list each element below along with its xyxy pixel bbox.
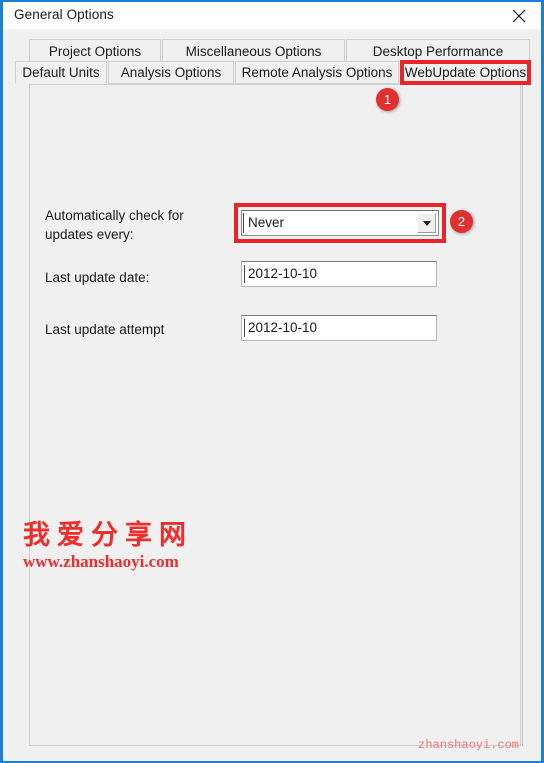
- last-update-date-label: Last update date:: [45, 270, 150, 285]
- chevron-down-icon[interactable]: [417, 213, 436, 233]
- tab-label: Analysis Options: [120, 65, 222, 80]
- auto-check-label: Automatically check for updates every:: [45, 208, 184, 242]
- tab-row-top: Project Options Miscellaneous Options De…: [3, 39, 541, 62]
- general-options-window: General Options Project Options Miscella…: [0, 0, 544, 763]
- close-icon[interactable]: [496, 2, 541, 29]
- tab-remote-analysis-options[interactable]: Remote Analysis Options: [235, 61, 399, 84]
- last-update-date-value: 2012-10-10: [248, 266, 318, 281]
- tab-row-bottom: Default Units Analysis Options Remote An…: [3, 61, 541, 84]
- last-update-attempt-label: Last update attempt :: [45, 322, 165, 345]
- tab-label: Default Units: [22, 65, 100, 80]
- tab-label: Desktop Performance: [372, 43, 504, 59]
- tab-miscellaneous-options[interactable]: Miscellaneous Options: [162, 39, 345, 62]
- tab-strip: Project Options Miscellaneous Options De…: [3, 29, 541, 84]
- tab-desktop-performance[interactable]: Desktop Performance: [346, 39, 530, 62]
- tab-label: Remote Analysis Options: [241, 65, 393, 80]
- tab-analysis-options[interactable]: Analysis Options: [108, 61, 234, 84]
- window-title: General Options: [14, 7, 114, 22]
- last-update-attempt-field[interactable]: 2012-10-10: [241, 315, 437, 341]
- tab-project-options[interactable]: Project Options: [29, 39, 161, 62]
- watermark-chinese: 我爱分享网: [23, 520, 193, 551]
- text-caret: [244, 265, 245, 283]
- auto-check-selected-value: Never: [248, 215, 285, 230]
- text-caret: [243, 213, 244, 233]
- text-caret: [244, 319, 245, 337]
- watermark-url: www.zhanshaoyi.com: [23, 552, 179, 571]
- last-update-date-field[interactable]: 2012-10-10: [241, 261, 437, 287]
- tab-webupdate-options[interactable]: WebUpdate Options: [400, 61, 531, 84]
- tab-label: Miscellaneous Options: [185, 43, 322, 59]
- tab-label: Project Options: [48, 43, 142, 59]
- panel-right-divider: [522, 84, 523, 746]
- auto-check-dropdown[interactable]: Never: [241, 210, 439, 236]
- webupdate-options-panel: [29, 84, 521, 746]
- title-bar: General Options: [3, 2, 541, 29]
- tab-default-units[interactable]: Default Units: [15, 61, 107, 84]
- watermark-corner: zhanshaoyi.com: [418, 738, 519, 752]
- tab-label: WebUpdate Options: [404, 65, 527, 80]
- last-update-attempt-value: 2012-10-10: [248, 320, 318, 335]
